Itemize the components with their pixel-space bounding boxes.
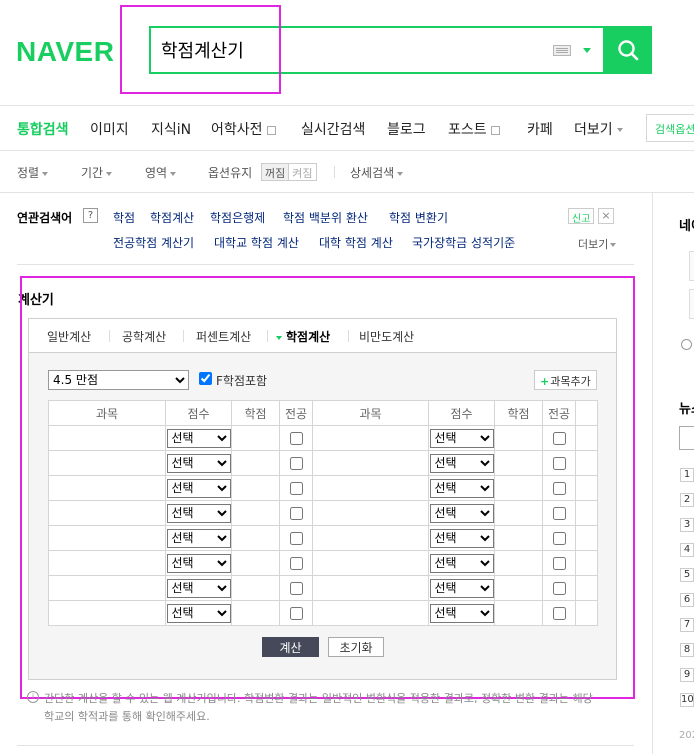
info-icon: i [27,691,39,703]
keep-option-label: 옵션유지 [208,166,253,180]
sidebar-card[interactable] [689,251,694,281]
keep-on[interactable]: 켜짐 [288,164,315,180]
tab-realtime[interactable]: 실시간검색 [301,119,365,139]
help-icon[interactable]: ? [83,208,98,223]
rank-badge: 6 [680,593,694,607]
rank-badge: 9 [680,668,694,682]
tab-blog[interactable]: 블로그 [387,119,426,139]
calculator-note: 간단한 계산을 할 수 있는 웹 계산기입니다. 학점변환 결과는 일반적인 변… [44,692,593,723]
rank-badge: 4 [680,543,694,557]
period-option[interactable]: 기간 [81,164,113,181]
related-title: 연관검색어 [17,211,73,225]
rank-badge: 5 [680,568,694,582]
tab-images[interactable]: 이미지 [90,119,129,139]
tab-kin[interactable]: 지식iN [151,119,191,139]
rank-badge: 2 [680,493,694,507]
related-link[interactable]: 국가장학금 성적기준 [412,234,515,251]
right-sidebar: 네이 뉴스 1 2 3 4 5 6 7 8 9 10 202 [652,193,694,754]
sidebar-section-title: 네이 [679,219,694,234]
sidebar-section-title: 뉴스 [679,402,694,417]
sidebar-card[interactable] [689,289,694,319]
chevron-down-icon [42,171,49,176]
info-icon [681,339,692,350]
tab-post[interactable]: 포스트 [448,119,500,139]
related-link[interactable]: 학점 변환기 [389,209,448,226]
chevron-down-icon [616,128,623,132]
tab-more[interactable]: 더보기 [574,119,623,139]
rank-badge: 3 [680,518,694,532]
rank-badge: 10 [680,693,694,707]
report-button[interactable]: 신고 [568,208,595,225]
close-icon[interactable]: × [598,208,614,224]
chevron-down-icon [170,171,177,176]
related-link[interactable]: 학점은행제 [210,209,265,226]
highlight-box-calculator [20,276,635,699]
detail-search-option[interactable]: 상세검색 [350,164,404,181]
tab-dictionary[interactable]: 어학사전 [211,119,276,139]
search-options-bar: 정렬 기간 영역 옵션유지 꺼짐 켜짐 상세검색 [0,151,694,193]
search-icon [618,40,639,61]
search-options-button[interactable]: 검색옵션 [646,114,694,142]
rank-badge: 8 [680,643,694,657]
chevron-down-icon [106,171,113,176]
related-link[interactable]: 대학 학점 계산 [319,234,393,251]
related-link[interactable]: 학점 백분위 환산 [283,209,368,226]
tab-cafe[interactable]: 카페 [527,119,553,139]
divider [334,166,335,178]
keep-off[interactable]: 꺼짐 [262,164,289,180]
divider [17,264,634,265]
rank-badge: 1 [680,468,694,482]
divider [17,745,634,746]
related-link[interactable]: 학점계산 [150,209,194,226]
search-button[interactable] [604,26,652,74]
highlight-box-search [120,5,281,94]
rank-badge: 7 [680,618,694,632]
chevron-down-icon [610,243,617,247]
area-option[interactable]: 영역 [145,164,177,181]
related-link[interactable]: 전공학점 계산기 [113,234,194,251]
new-window-icon [490,125,500,135]
naver-logo[interactable]: NAVER [16,36,114,68]
sort-option[interactable]: 정렬 [17,164,49,181]
search-tabs: 통합검색 이미지 지식iN 어학사전 실시간검색 블로그 포스트 카페 더보기 … [0,105,694,151]
related-searches: 연관검색어 ? 학점 학점계산 학점은행제 학점 백분위 환산 학점 변환기 전… [0,193,640,265]
tab-integrated[interactable]: 통합검색 [17,119,69,139]
related-link[interactable]: 대학교 학점 계산 [214,234,299,251]
header: NAVER [0,0,694,105]
autocomplete-toggle-icon[interactable] [583,48,591,53]
keyboard-icon[interactable] [553,45,571,56]
related-more-button[interactable]: 더보기 [578,236,617,252]
sidebar-footer-date: 202 [679,730,694,741]
new-window-icon [266,125,276,135]
sidebar-input[interactable] [679,426,694,450]
related-link[interactable]: 학점 [113,209,135,226]
keep-option-toggle[interactable]: 꺼짐 켜짐 [261,163,317,181]
chevron-down-icon [397,171,404,176]
